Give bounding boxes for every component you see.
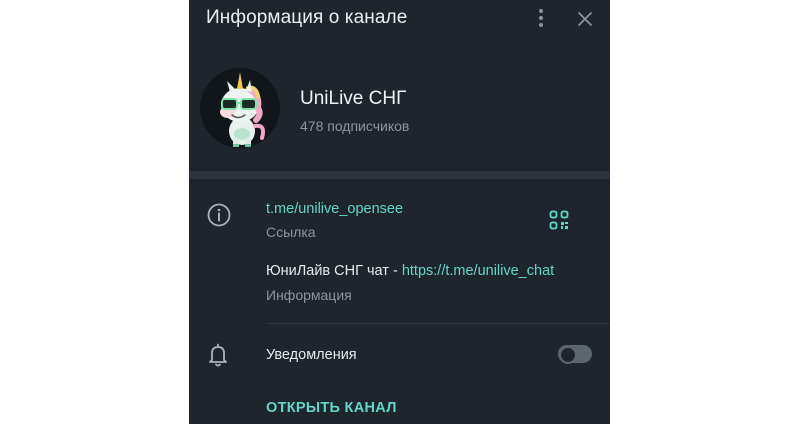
channel-info-panel: Информация о канале UniLive СНГ 478 подп… [189,0,610,424]
description-text: ЮниЛайв СНГ чат - [266,263,402,279]
panel-title: Информация о канале [206,7,408,28]
divider [266,323,610,324]
link-caption: Ссылка [266,224,316,240]
channel-link[interactable]: t.me/unilive_opensee [266,201,403,217]
qr-code-icon[interactable] [549,210,569,235]
avatar[interactable] [200,68,280,148]
description-link[interactable]: https://t.me/unilive_chat [402,263,554,279]
panel-header: Информация о канале [189,0,610,40]
description-caption: Информация [266,287,352,303]
subscriber-count: 478 подписчиков [300,118,410,134]
kebab-menu-icon[interactable] [535,8,547,30]
notifications-toggle[interactable] [558,345,592,364]
close-icon[interactable] [575,9,595,29]
notifications-label: Уведомления [266,347,357,363]
section-separator [189,171,610,179]
channel-name: UniLive СНГ [300,88,407,109]
bell-icon [206,342,230,373]
channel-description: ЮниЛайв СНГ чат - https://t.me/unilive_c… [266,263,554,279]
open-channel-button[interactable]: ОТКРЫТЬ КАНАЛ [266,400,397,416]
toggle-knob [559,346,577,364]
info-icon [206,202,232,233]
channel-profile: UniLive СНГ 478 подписчиков [189,40,610,170]
